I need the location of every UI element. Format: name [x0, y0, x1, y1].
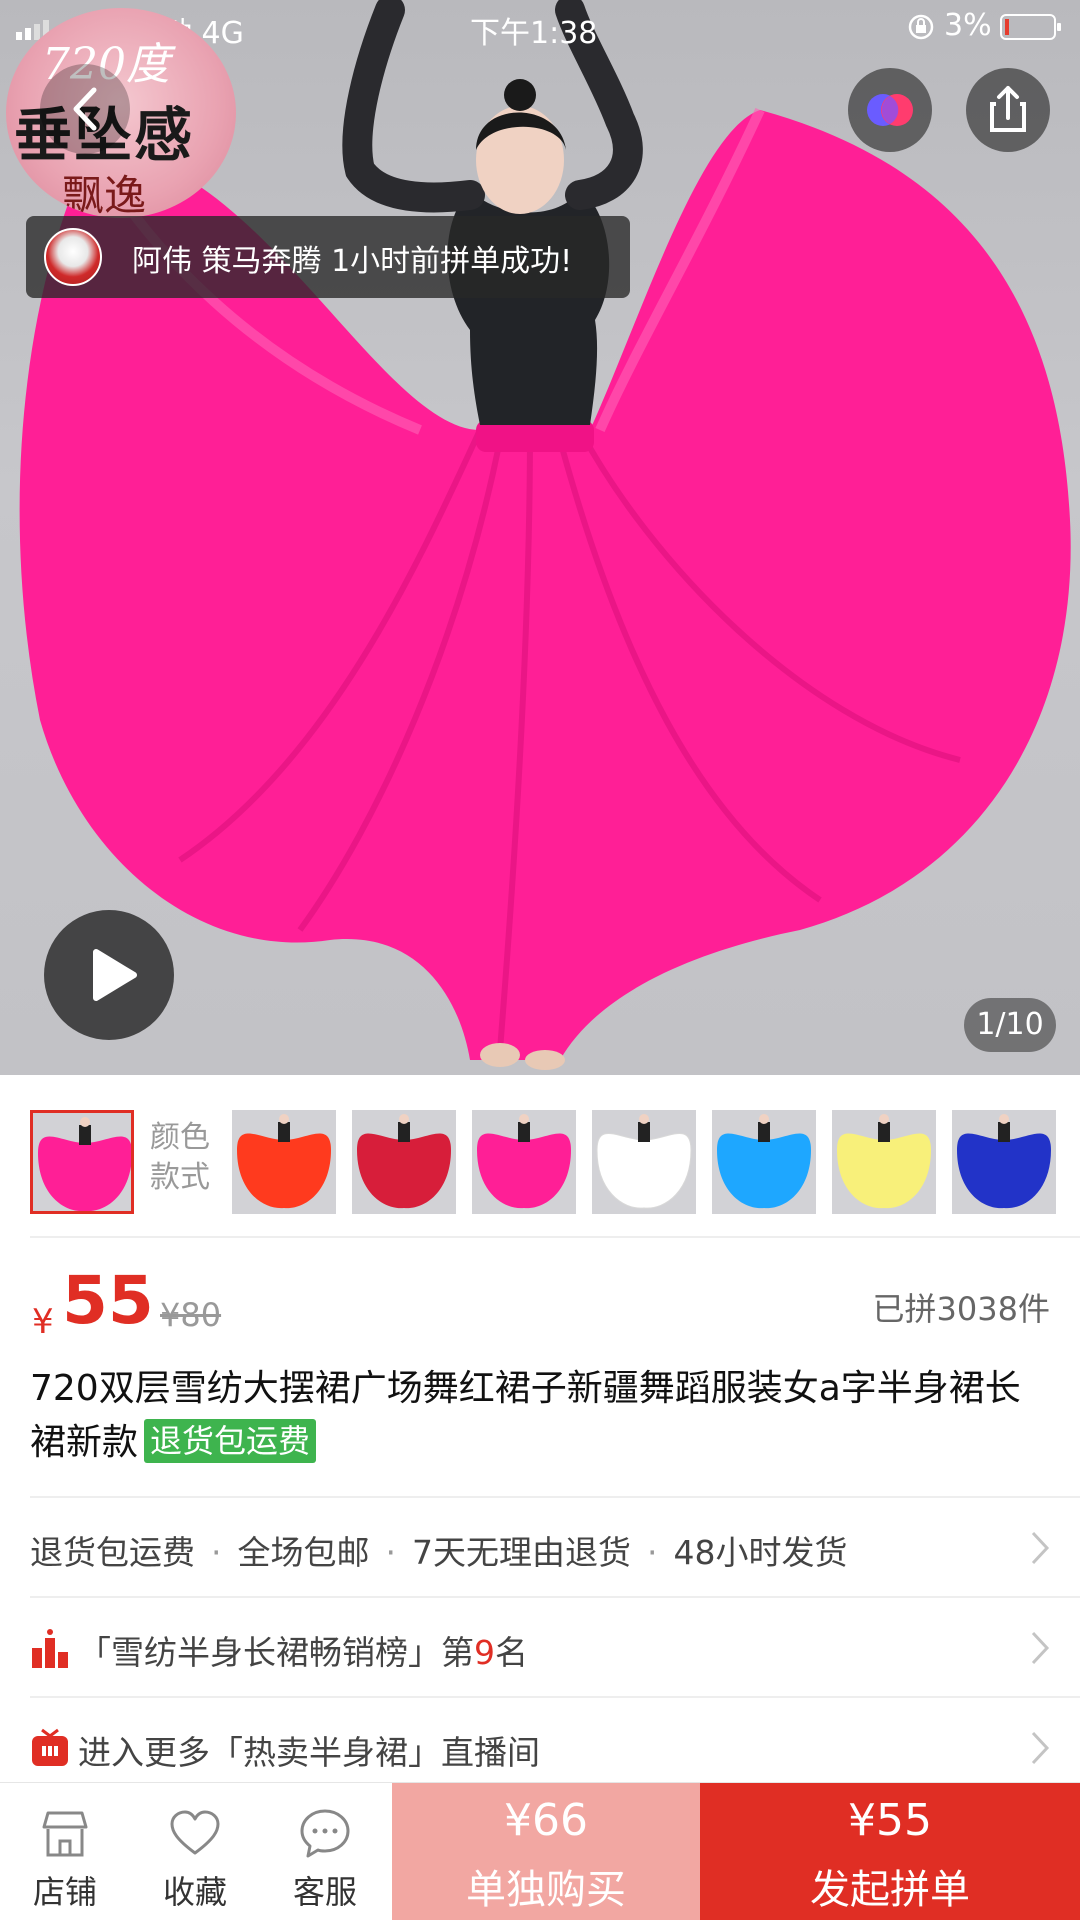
- sold-count: 已拼3038件: [872, 1290, 1050, 1328]
- color-style-label: 颜色款式: [150, 1120, 210, 1195]
- favorite-label: 收藏: [162, 1873, 227, 1911]
- customer-service-label: 客服: [292, 1873, 357, 1911]
- skirt-shape: [717, 1133, 811, 1209]
- back-button[interactable]: [40, 64, 130, 154]
- chat-icon: [300, 1809, 350, 1858]
- skirt-shape: [596, 1133, 692, 1209]
- rotation-lock-icon: [908, 14, 934, 40]
- variant-thumbnail[interactable]: [832, 1110, 936, 1214]
- service-item: 退货包运费: [30, 1533, 195, 1572]
- share-button[interactable]: [966, 68, 1050, 152]
- play-icon: [93, 949, 137, 1001]
- service-item: 全场包邮: [237, 1533, 370, 1572]
- free-return-tag: 退货包运费: [144, 1419, 317, 1463]
- divider: [30, 1236, 1080, 1238]
- service-list: 退货包运费 · 全场包邮 · 7天无理由退货 · 48小时发货: [30, 1533, 848, 1572]
- image-counter: 1/10: [964, 998, 1056, 1052]
- ranking-icon: [32, 1629, 68, 1668]
- buy-alone-button[interactable]: ¥66 单独购买: [392, 1783, 700, 1920]
- currency-symbol: ¥: [32, 1302, 54, 1342]
- skirt-shape: [237, 1133, 331, 1209]
- play-video-button[interactable]: [44, 910, 174, 1040]
- group-price: ¥55: [848, 1795, 932, 1846]
- ranking-row[interactable]: 「雪纺半身长裙畅销榜」第9名: [30, 1598, 1050, 1698]
- product-title: 720双层雪纺大摆裙广场舞红裙子新疆舞蹈服装女a字半身裙长裙新款 退货包运费: [30, 1362, 1050, 1470]
- skirt-shape: [477, 1133, 571, 1209]
- pinduoduo-logo-icon: [867, 94, 913, 126]
- store-icon: [42, 1811, 88, 1857]
- clock: 下午1:38: [470, 16, 598, 51]
- heart-icon: [170, 1810, 220, 1855]
- skirt-shape: [357, 1133, 451, 1209]
- color-variant-strip: 颜色款式: [0, 1100, 1080, 1220]
- service-item: 48小时发货: [673, 1533, 848, 1572]
- favorite-button[interactable]: 收藏: [130, 1783, 260, 1920]
- product-image-carousel[interactable]: 中国移动 4G 下午1:38 3% 720度 垂坠感 飘逸 阿伟 策马奔腾 1小…: [0, 0, 1080, 1075]
- chevron-right-icon: [1031, 1731, 1050, 1765]
- live-tv-icon: [32, 1728, 68, 1766]
- ranking-prefix: 「雪纺半身长裙畅销榜」第: [78, 1633, 474, 1672]
- variant-thumbnail[interactable]: [232, 1110, 336, 1214]
- badge-line-3: 飘逸: [62, 171, 147, 218]
- chevron-right-icon: [1031, 1631, 1050, 1665]
- battery-percent: 3%: [944, 8, 992, 43]
- ranking-number: 9: [474, 1633, 495, 1672]
- chevron-left-icon: [73, 87, 97, 131]
- variant-thumbnail[interactable]: [352, 1110, 456, 1214]
- current-price: 55: [62, 1262, 154, 1339]
- product-page: 中国移动 4G 下午1:38 3% 720度 垂坠感 飘逸 阿伟 策马奔腾 1小…: [0, 0, 1080, 1920]
- ranking-text: 「雪纺半身长裙畅销榜」第9名: [78, 1626, 528, 1674]
- skirt-shape: [957, 1133, 1051, 1209]
- toast-text: 阿伟 策马奔腾 1小时前拼单成功!: [132, 244, 573, 279]
- ranking-suffix: 名: [495, 1633, 528, 1672]
- skirt-shape: [837, 1133, 931, 1209]
- chevron-right-icon: [1031, 1531, 1050, 1565]
- price-row: ¥ 55 ¥80 已拼3038件: [30, 1260, 1050, 1350]
- original-price: ¥80: [160, 1296, 222, 1334]
- group-buy-toast: 阿伟 策马奔腾 1小时前拼单成功!: [26, 216, 630, 298]
- alone-price: ¥66: [504, 1795, 588, 1846]
- variant-thumbnail[interactable]: [592, 1110, 696, 1214]
- app-switch-button[interactable]: [848, 68, 932, 152]
- service-item: 7天无理由退货: [412, 1533, 631, 1572]
- skirt-shape: [38, 1136, 131, 1211]
- share-icon: [990, 86, 1026, 132]
- service-guarantee-row[interactable]: 退货包运费 · 全场包邮 · 7天无理由退货 · 48小时发货: [30, 1498, 1050, 1598]
- shop-label: 店铺: [32, 1873, 97, 1911]
- variant-thumbnail[interactable]: [30, 1110, 134, 1214]
- start-group-buy-button[interactable]: ¥55 发起拼单: [700, 1783, 1080, 1920]
- variant-thumbnail[interactable]: [472, 1110, 576, 1214]
- shop-button[interactable]: 店铺: [0, 1783, 130, 1920]
- variant-thumbnail[interactable]: [952, 1110, 1056, 1214]
- live-text: 进入更多「热卖半身裙」直播间: [78, 1733, 540, 1772]
- avatar: [44, 228, 102, 286]
- variant-thumbnail[interactable]: [712, 1110, 816, 1214]
- customer-service-button[interactable]: 客服: [260, 1783, 390, 1920]
- alone-label: 单独购买: [466, 1867, 626, 1913]
- group-label: 发起拼单: [810, 1867, 970, 1913]
- battery-icon: [1000, 14, 1061, 40]
- bottom-action-bar: 店铺 收藏 客服 ¥66 单独购买 ¥55 发起拼单: [0, 1782, 1080, 1920]
